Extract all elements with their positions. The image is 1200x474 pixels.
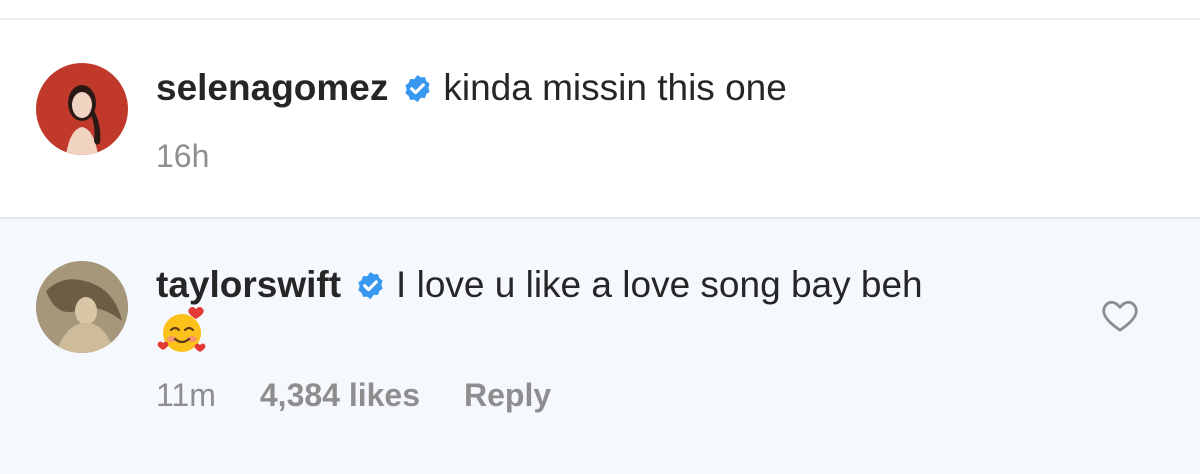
- comment-meta: 11m 4,384 likes Reply: [156, 377, 595, 414]
- heart-icon[interactable]: [1101, 297, 1139, 333]
- avatar-selena-image: [36, 63, 128, 155]
- comment-meta: 16h: [156, 138, 253, 175]
- reply-button[interactable]: Reply: [464, 377, 551, 413]
- username[interactable]: taylorswift: [156, 264, 341, 305]
- smiling-face-with-hearts-icon: [157, 307, 206, 352]
- comment-selenagomez: selenagomez kinda missin this one 16h: [0, 20, 1200, 217]
- likes-count[interactable]: 4,384 likes: [260, 377, 420, 413]
- comment-taylorswift: taylorswift I love u like a love song ba…: [0, 219, 1200, 474]
- comment-text: I love u like a love song bay beh: [396, 264, 923, 305]
- avatar[interactable]: [36, 63, 128, 155]
- comment-line: taylorswift I love u like a love song ba…: [156, 263, 923, 307]
- verified-badge-icon: [405, 74, 431, 103]
- comment-text: kinda missin this one: [443, 67, 787, 108]
- timestamp[interactable]: 16h: [156, 138, 209, 174]
- comment-line: selenagomez kinda missin this one: [156, 66, 787, 110]
- avatar[interactable]: [36, 261, 128, 353]
- comments-screen: selenagomez kinda missin this one 16h ta…: [0, 0, 1200, 474]
- username[interactable]: selenagomez: [156, 67, 388, 108]
- verified-badge-icon: [358, 271, 383, 300]
- timestamp[interactable]: 11m: [156, 377, 216, 413]
- avatar-taylor-image: [36, 261, 128, 353]
